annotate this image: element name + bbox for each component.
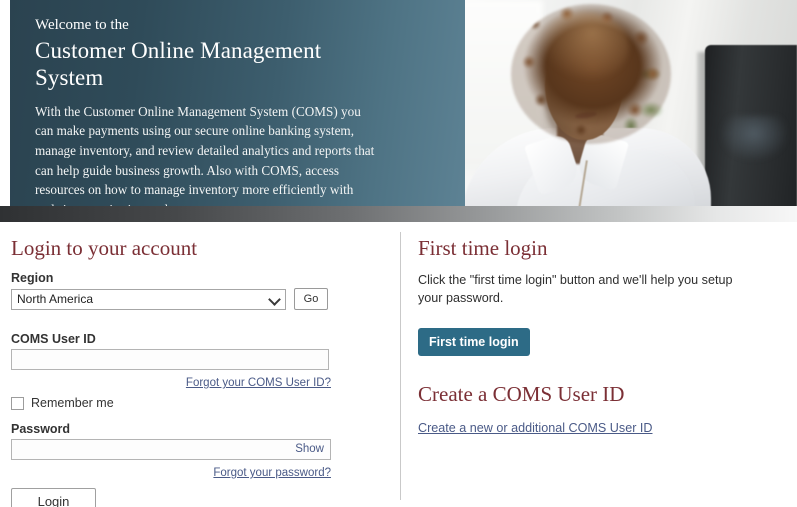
remember-me-label: Remember me (31, 396, 114, 411)
hero-text-panel: Welcome to the Customer Online Managemen… (10, 0, 465, 217)
create-user-id-heading: Create a COMS User ID (418, 381, 625, 406)
userid-group: COMS User ID Forgot your COMS User ID? (11, 332, 341, 391)
hero-welcome-text: Welcome to the (35, 17, 129, 33)
hero-photo (453, 0, 797, 222)
password-input[interactable] (11, 439, 331, 461)
first-time-login-heading: First time login (418, 236, 548, 260)
region-select[interactable]: North America (11, 288, 286, 310)
remember-me-row[interactable]: Remember me (11, 396, 341, 410)
region-group: Region North America Go (11, 271, 341, 311)
hero-description: With the Customer Online Management Syst… (35, 103, 375, 217)
login-button[interactable]: Login (11, 488, 96, 507)
show-password-toggle[interactable]: Show (295, 443, 324, 455)
password-group: Password Show Forgot your password? Logi… (11, 422, 341, 507)
create-user-id-block: Create a COMS User ID Create a new or ad… (418, 382, 768, 437)
password-label: Password (11, 422, 71, 437)
hero-banner: Welcome to the Customer Online Managemen… (0, 0, 797, 222)
hero-gradient-strip (0, 206, 797, 222)
hero-title: Customer Online Management System (35, 37, 322, 91)
first-time-login-button[interactable]: First time login (418, 327, 530, 356)
login-heading: Login to your account (11, 236, 198, 260)
login-page: Welcome to the Customer Online Managemen… (0, 0, 797, 507)
coms-user-id-input[interactable] (11, 349, 329, 371)
login-column: Login to your account Region North Ameri… (11, 222, 341, 507)
photo-hair-highlight (537, 12, 629, 82)
userid-label: COMS User ID (11, 332, 96, 347)
go-button[interactable]: Go (294, 288, 328, 311)
photo-monitor-glare (721, 116, 787, 160)
first-time-login-description: Click the "first time login" button and … (418, 273, 733, 306)
column-divider (400, 232, 401, 500)
region-label: Region (11, 271, 54, 286)
main-content: Login to your account Region North Ameri… (0, 222, 797, 507)
create-user-id-link[interactable]: Create a new or additional COMS User ID (418, 421, 652, 435)
forgot-user-id-link[interactable]: Forgot your COMS User ID? (186, 377, 331, 389)
remember-me-checkbox[interactable] (11, 396, 24, 410)
forgot-password-link[interactable]: Forgot your password? (213, 467, 331, 479)
help-column: First time login Click the "first time l… (418, 222, 768, 437)
